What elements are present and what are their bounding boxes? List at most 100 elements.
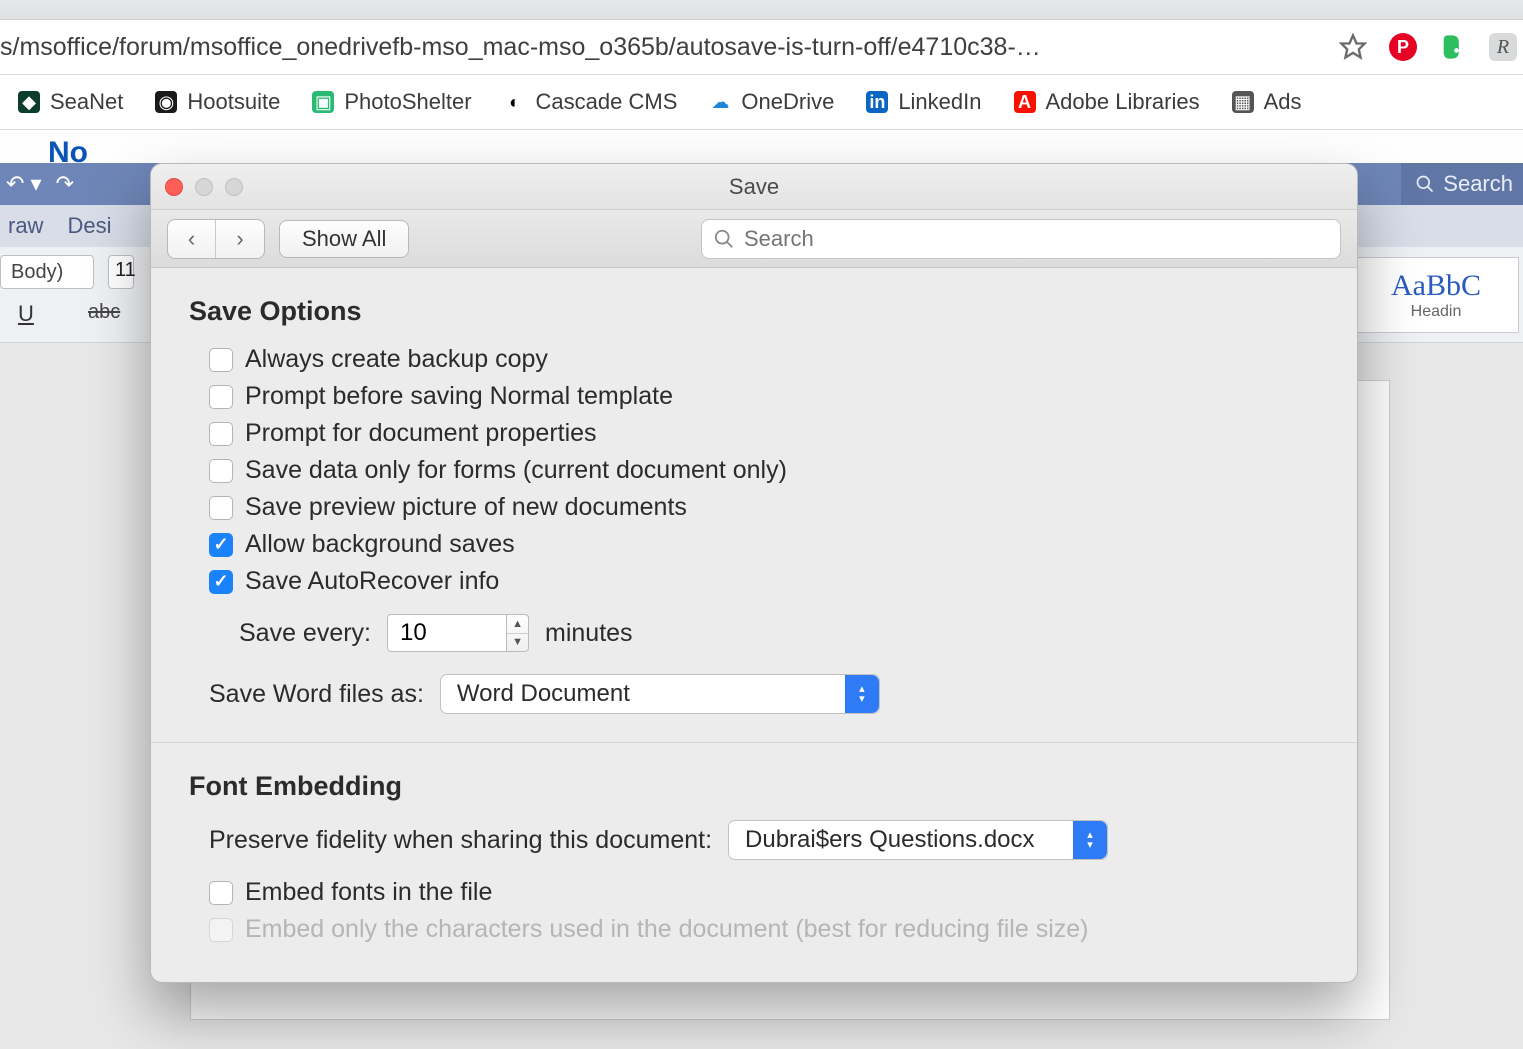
bookmark-linkedin[interactable]: in LinkedIn <box>852 83 995 121</box>
save-options-header: Save Options <box>189 296 1319 327</box>
bookmark-ads[interactable]: ▦ Ads <box>1218 83 1316 121</box>
bookmark-label: LinkedIn <box>898 89 981 115</box>
bookmark-label: PhotoShelter <box>344 89 471 115</box>
bookmark-seanet[interactable]: ◆ SeaNet <box>4 83 137 121</box>
save-option-checkbox[interactable] <box>209 385 233 409</box>
close-window-button[interactable] <box>165 178 183 196</box>
show-all-button[interactable]: Show All <box>279 220 409 258</box>
save-option-checkbox[interactable] <box>209 422 233 446</box>
font-size-combo[interactable]: 11 <box>108 255 134 289</box>
save-option-checkbox[interactable] <box>209 348 233 372</box>
stepper-down-icon[interactable]: ▼ <box>507 634 528 652</box>
window-traffic-lights <box>165 178 243 196</box>
bookmark-icon: ▣ <box>312 91 334 113</box>
font-embedding-header: Font Embedding <box>189 771 1319 802</box>
save-option-row: Allow background saves <box>209 530 1319 559</box>
undo-icon[interactable]: ↶ ▾ <box>6 171 42 197</box>
preferences-search <box>701 219 1341 259</box>
embed-subset-row: Embed only the characters used in the do… <box>209 915 1319 944</box>
save-option-checkbox[interactable] <box>209 533 233 557</box>
stepper-up-icon[interactable]: ▲ <box>507 615 528 634</box>
save-option-checkbox[interactable] <box>209 496 233 520</box>
nav-segment: ‹ › <box>167 219 265 259</box>
bookmark-label: SeaNet <box>50 89 123 115</box>
embed-fonts-checkbox[interactable] <box>209 881 233 905</box>
bookmark-label: Ads <box>1264 89 1302 115</box>
save-every-input[interactable] <box>387 614 507 652</box>
save-option-row: Prompt before saving Normal template <box>209 382 1319 411</box>
save-as-select[interactable]: Word Document <box>440 674 880 714</box>
preserve-value: Dubrai$ers Questions.docx <box>745 826 1034 854</box>
section-divider <box>151 742 1357 743</box>
zoom-window-button[interactable] <box>225 178 243 196</box>
save-option-label: Allow background saves <box>245 530 515 559</box>
preferences-body: Save Options Always create backup copy Pr… <box>151 268 1357 972</box>
tab-design[interactable]: Desi <box>67 213 111 239</box>
save-option-row: Save AutoRecover info <box>209 567 1319 596</box>
bookmarks-bar: ◆ SeaNet ◉ Hootsuite ▣ PhotoShelter ◐ Ca… <box>0 75 1523 130</box>
bookmark-photoshelter[interactable]: ▣ PhotoShelter <box>298 83 485 121</box>
bookmark-adobe[interactable]: A Adobe Libraries <box>1000 83 1214 121</box>
font-name-combo[interactable]: Body) <box>0 255 94 289</box>
save-option-row: Save data only for forms (current docume… <box>209 456 1319 485</box>
bookmark-onedrive[interactable]: ☁ OneDrive <box>695 83 848 121</box>
save-option-label: Save preview picture of new documents <box>245 493 687 522</box>
save-option-label: Save AutoRecover info <box>245 567 499 596</box>
bookmark-label: Hootsuite <box>187 89 280 115</box>
tab-draw[interactable]: raw <box>8 213 43 239</box>
save-as-value: Word Document <box>457 680 630 708</box>
back-button[interactable]: ‹ <box>168 220 216 258</box>
word-search-placeholder: Search <box>1443 171 1513 197</box>
bookmark-label: OneDrive <box>741 89 834 115</box>
bookmark-label: Adobe Libraries <box>1046 89 1200 115</box>
embed-fonts-row: Embed fonts in the file <box>209 878 1319 907</box>
star-icon[interactable] <box>1339 33 1367 61</box>
browser-url[interactable]: s/msoffice/forum/msoffice_onedrivefb-mso… <box>0 33 1327 62</box>
save-option-checkbox[interactable] <box>209 459 233 483</box>
bookmark-icon: ◆ <box>18 91 40 113</box>
select-caret-icon <box>1073 821 1107 859</box>
save-as-label: Save Word files as: <box>209 680 424 709</box>
window-titlebar: Save <box>151 164 1357 210</box>
preferences-toolbar: ‹ › Show All <box>151 210 1357 268</box>
bookmark-icon: ◉ <box>155 91 177 113</box>
save-option-row: Prompt for document properties <box>209 419 1319 448</box>
bookmark-hootsuite[interactable]: ◉ Hootsuite <box>141 83 294 121</box>
save-option-label: Prompt for document properties <box>245 419 597 448</box>
extension-r-icon[interactable]: R <box>1489 33 1517 61</box>
save-option-label: Prompt before saving Normal template <box>245 382 673 411</box>
pinterest-icon[interactable]: P <box>1389 33 1417 61</box>
save-option-checkbox[interactable] <box>209 570 233 594</box>
embed-subset-checkbox <box>209 918 233 942</box>
save-option-row: Always create backup copy <box>209 345 1319 374</box>
bookmark-icon: ◐ <box>504 91 526 113</box>
forward-button[interactable]: › <box>216 220 264 258</box>
cloud-icon: ☁ <box>709 91 731 113</box>
window-title: Save <box>729 174 779 200</box>
bookmark-cascade[interactable]: ◐ Cascade CMS <box>490 83 692 121</box>
save-option-row: Save preview picture of new documents <box>209 493 1319 522</box>
redo-icon[interactable]: ↷ <box>56 171 74 197</box>
style-sample: AaBbC <box>1391 269 1481 303</box>
bookmark-icon: ▦ <box>1232 91 1254 113</box>
save-option-label: Save data only for forms (current docume… <box>245 456 787 485</box>
search-icon <box>1415 174 1435 194</box>
save-as-row: Save Word files as: Word Document <box>209 674 1319 714</box>
strike-button[interactable]: abc <box>88 301 120 324</box>
linkedin-icon: in <box>866 91 888 113</box>
minimize-window-button[interactable] <box>195 178 213 196</box>
preserve-fidelity-row: Preserve fidelity when sharing this docu… <box>209 820 1319 860</box>
underline-button[interactable]: U <box>18 301 34 327</box>
preferences-window: Save ‹ › Show All Save Options Always cr… <box>150 163 1358 983</box>
save-every-row: Save every: ▲▼ minutes <box>239 614 1319 652</box>
search-input[interactable] <box>701 219 1341 259</box>
preserve-select[interactable]: Dubrai$ers Questions.docx <box>728 820 1108 860</box>
style-gallery-item[interactable]: AaBbC Headin <box>1353 257 1519 333</box>
adobe-icon: A <box>1014 91 1036 113</box>
save-every-unit: minutes <box>545 619 633 648</box>
word-search[interactable]: Search <box>1401 163 1523 205</box>
evernote-icon[interactable] <box>1439 33 1467 61</box>
save-every-stepper[interactable]: ▲▼ <box>507 614 529 652</box>
browser-tab-strip <box>0 0 1523 20</box>
browser-omnibox-row: s/msoffice/forum/msoffice_onedrivefb-mso… <box>0 20 1523 75</box>
